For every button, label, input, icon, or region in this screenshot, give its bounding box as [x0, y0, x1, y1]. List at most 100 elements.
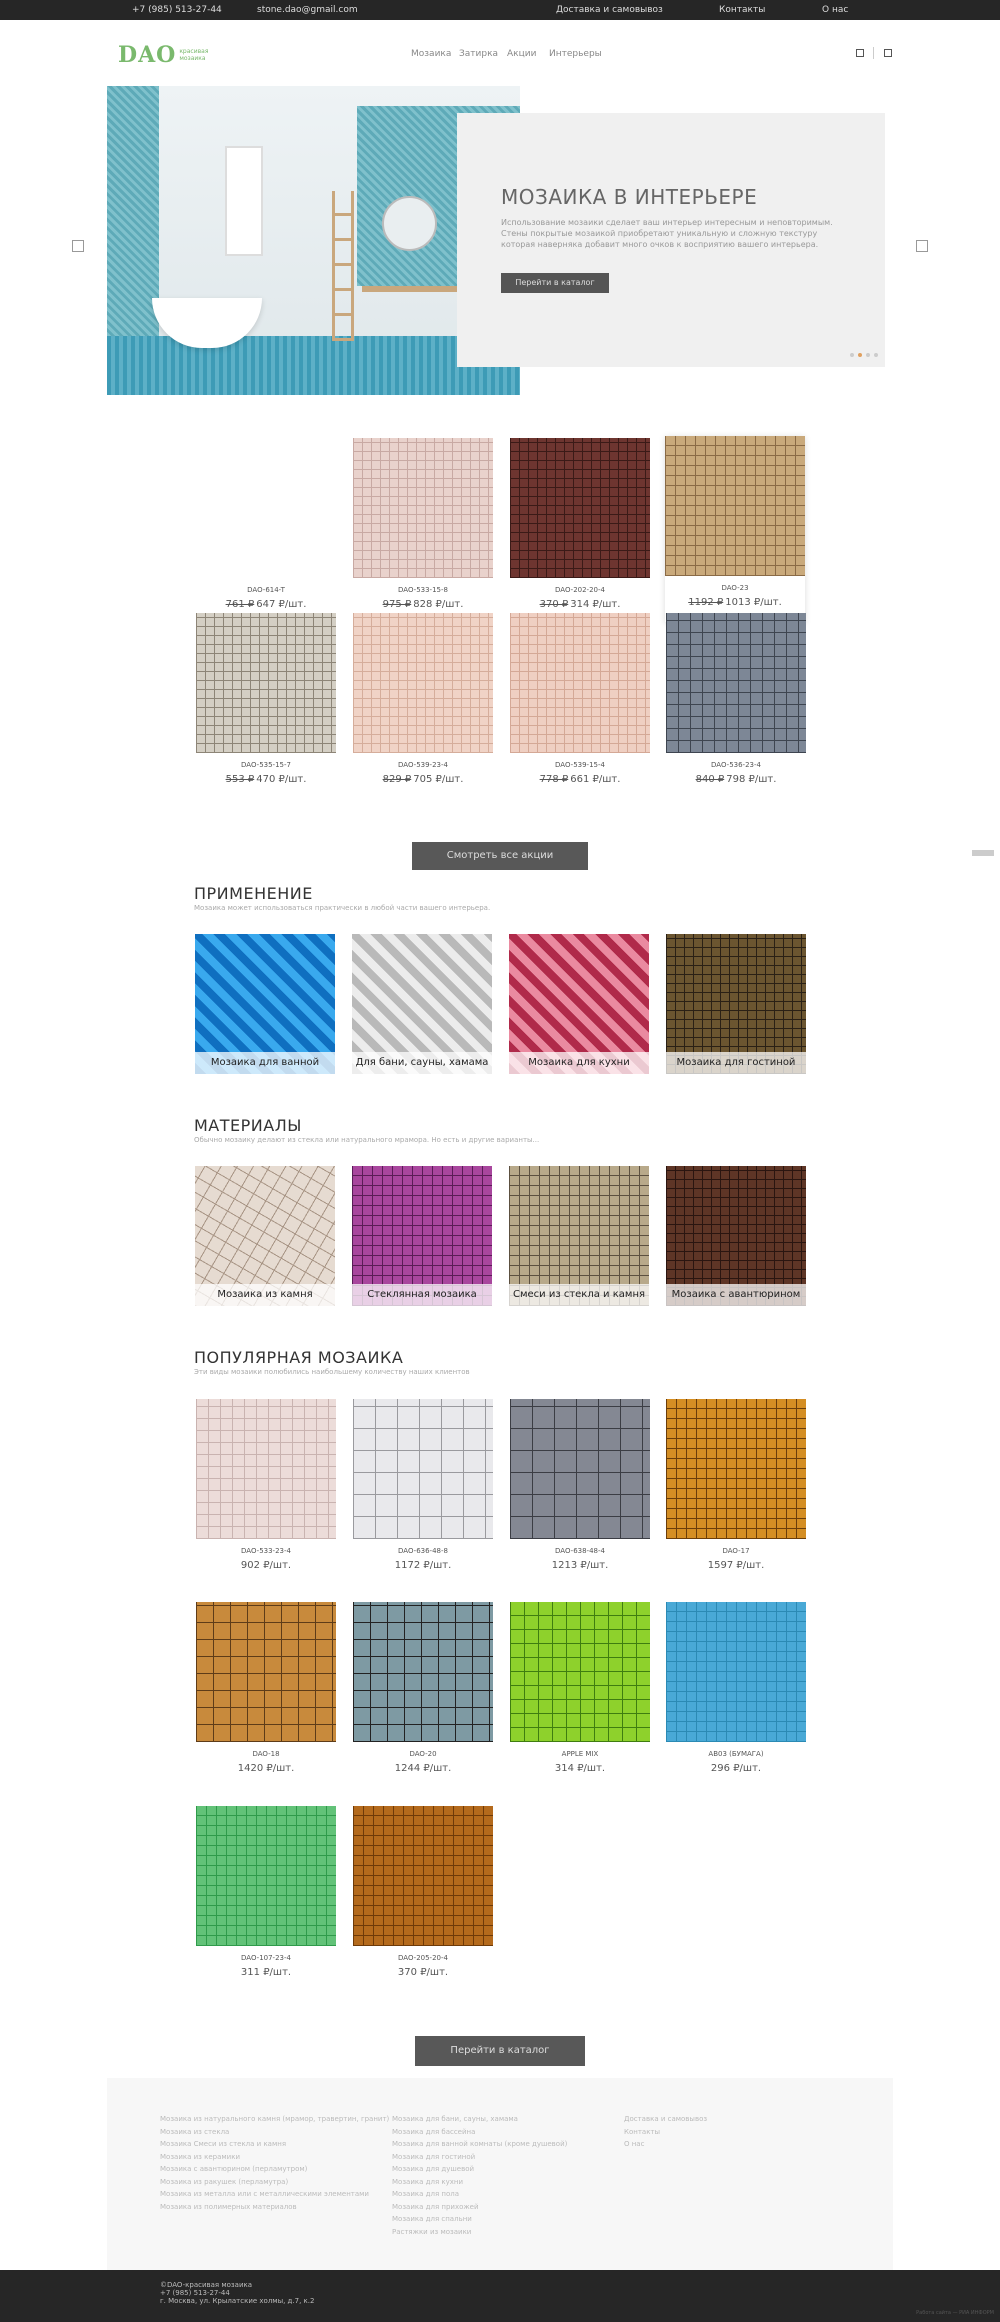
- product-card[interactable]: DAO-202-20-4 370 ₽314 ₽/шт.: [510, 438, 650, 610]
- material-label: Стеклянная мозаика: [352, 1284, 492, 1306]
- product-name: APPLE MIX: [561, 1750, 599, 1758]
- footer-link[interactable]: Доставка и самовывоз: [624, 2113, 707, 2126]
- go-to-catalog-button[interactable]: Перейти в каталог: [415, 2036, 585, 2066]
- slider-prev-arrow-icon[interactable]: [72, 240, 84, 252]
- category-living-room[interactable]: Мозаика для гостиной: [666, 934, 806, 1074]
- product-image: [665, 436, 805, 576]
- product-price: 553 ₽470 ₽/шт.: [196, 774, 336, 785]
- footer-link[interactable]: Мозаика из ракушек (перламутра): [160, 2176, 389, 2189]
- footer-link[interactable]: Мозаика для кухни: [392, 2176, 567, 2189]
- footer-link[interactable]: Мозаика для пола: [392, 2188, 567, 2201]
- footer-link[interactable]: Мозаика для гостиной: [392, 2151, 567, 2164]
- product-card[interactable]: DAO-107-23-4 311 ₽/шт.: [196, 1806, 336, 1978]
- phone-link[interactable]: +7 (985) 513-27-44: [132, 5, 222, 15]
- footer-link[interactable]: Мозаика для бассейна: [392, 2126, 567, 2139]
- product-price: 311 ₽/шт.: [240, 1967, 292, 1978]
- category-label: Мозаика для кухни: [509, 1052, 649, 1074]
- product-price: 1597 ₽/шт.: [707, 1560, 765, 1571]
- material-mix[interactable]: Смеси из стекла и камня: [509, 1166, 649, 1306]
- footer-link[interactable]: Мозаика из керамики: [160, 2151, 389, 2164]
- product-new-price: 314 ₽/шт.: [570, 599, 621, 610]
- slider-dot-active[interactable]: [858, 353, 862, 357]
- product-card[interactable]: DAO-17 1597 ₽/шт.: [666, 1399, 806, 1571]
- cart-icon[interactable]: [884, 49, 892, 57]
- nav-mosaic[interactable]: Мозаика: [411, 49, 451, 59]
- slider-dot[interactable]: [850, 353, 854, 357]
- footer-link[interactable]: Растяжки из мозаики: [392, 2226, 567, 2239]
- product-card[interactable]: DAO-536-23-4 840 ₽798 ₽/шт.: [666, 613, 806, 785]
- product-card[interactable]: APPLE MIX 314 ₽/шт.: [510, 1602, 650, 1774]
- product-card[interactable]: DAO-535-15-7 553 ₽470 ₽/шт.: [196, 613, 336, 785]
- product-new-price: 1013 ₽/шт.: [725, 597, 782, 608]
- material-glass[interactable]: Стеклянная мозаика: [352, 1166, 492, 1306]
- product-card[interactable]: AB03 (БУМАГА) 296 ₽/шт.: [666, 1602, 806, 1774]
- product-card[interactable]: DAO-636-48-8 1172 ₽/шт.: [353, 1399, 493, 1571]
- footer-phone[interactable]: +7 (985) 513-27-44: [160, 2289, 314, 2297]
- footer-link[interactable]: Мозаика для ванной комнаты (кроме душево…: [392, 2138, 567, 2151]
- nav-interiors[interactable]: Интерьеры: [549, 49, 602, 59]
- product-name: DAO-17: [722, 1547, 750, 1555]
- nav-grout[interactable]: Затирка: [459, 49, 498, 59]
- material-label: Смеси из стекла и камня: [509, 1284, 649, 1306]
- product-card[interactable]: DAO-539-15-4 778 ₽661 ₽/шт.: [510, 613, 650, 785]
- application-subtitle: Мозаика может использоваться практически…: [194, 904, 491, 912]
- category-bathroom[interactable]: Мозаика для ванной: [195, 934, 335, 1074]
- product-card[interactable]: DAO-533-23-4 902 ₽/шт.: [196, 1399, 336, 1571]
- product-old-price: 975 ₽: [382, 599, 412, 610]
- footer-link[interactable]: Мозаика для душевой: [392, 2163, 567, 2176]
- material-aventurine[interactable]: Мозаика с авантюрином: [666, 1166, 806, 1306]
- product-price: 370 ₽314 ₽/шт.: [510, 599, 650, 610]
- logo[interactable]: DAO красивая мозаика: [118, 42, 219, 68]
- footer: Мозаика из натурального камня (мрамор, т…: [107, 2078, 893, 2270]
- nav-sales[interactable]: Акции: [507, 49, 536, 59]
- slider-next-arrow-icon[interactable]: [916, 240, 928, 252]
- slider-dots: [850, 353, 878, 357]
- product-card[interactable]: DAO-205-20-4 370 ₽/шт.: [353, 1806, 493, 1978]
- email-link[interactable]: stone.dao@gmail.com: [257, 5, 358, 15]
- product-price: 829 ₽705 ₽/шт.: [353, 774, 493, 785]
- product-image: [666, 1399, 806, 1539]
- footer-link[interactable]: Мозаика из металла или с металлическими …: [160, 2188, 389, 2201]
- product-old-price: 1192 ₽: [688, 597, 724, 608]
- view-all-sales-button[interactable]: Смотреть все акции: [412, 842, 588, 870]
- slider-dot[interactable]: [874, 353, 878, 357]
- category-sauna[interactable]: Для бани, сауны, хамама: [352, 934, 492, 1074]
- product-image: [510, 1399, 650, 1539]
- product-new-price: 798 ₽/шт.: [726, 774, 777, 785]
- product-card[interactable]: DAO-539-23-4 829 ₽705 ₽/шт.: [353, 613, 493, 785]
- contacts-link[interactable]: Контакты: [719, 5, 765, 15]
- category-kitchen[interactable]: Мозаика для кухни: [509, 934, 649, 1074]
- product-price: 975 ₽828 ₽/шт.: [353, 599, 493, 610]
- footer-link[interactable]: Мозаика для спальни: [392, 2213, 567, 2226]
- product-card[interactable]: DAO-638-48-4 1213 ₽/шт.: [510, 1399, 650, 1571]
- footer-link[interactable]: Мозаика из стекла: [160, 2126, 389, 2139]
- material-stone[interactable]: Мозаика из камня: [195, 1166, 335, 1306]
- product-card[interactable]: DAO-18 1420 ₽/шт.: [196, 1602, 336, 1774]
- footer-link[interactable]: Мозаика из натурального камня (мрамор, т…: [160, 2113, 389, 2126]
- about-link[interactable]: О нас: [822, 5, 848, 15]
- footer-link[interactable]: Мозаика для бани, сауны, хамама: [392, 2113, 567, 2126]
- product-name: DAO-202-20-4: [555, 586, 605, 594]
- product-card[interactable]: DAO-23 1192 ₽1013 ₽/шт.: [665, 436, 805, 622]
- product-name: DAO-18: [252, 1750, 280, 1758]
- footer-link[interactable]: Контакты: [624, 2126, 707, 2139]
- delivery-link[interactable]: Доставка и самовывоз: [556, 5, 663, 15]
- product-card[interactable]: DAO-20 1244 ₽/шт.: [353, 1602, 493, 1774]
- search-icon[interactable]: [856, 49, 864, 57]
- product-image: [196, 1399, 336, 1539]
- developer-credit[interactable]: Работа сайта — РИА ИНФОРМ: [916, 2310, 994, 2316]
- slider-dot[interactable]: [866, 353, 870, 357]
- product-card[interactable]: DAO-614-T 761 ₽647 ₽/шт.: [196, 438, 336, 610]
- category-label: Мозаика для ванной: [195, 1052, 335, 1074]
- footer-col-materials: Мозаика из натурального камня (мрамор, т…: [160, 2113, 389, 2213]
- footer-link[interactable]: Мозаика с авантюрином (перламутром): [160, 2163, 389, 2176]
- category-label: Для бани, сауны, хамама: [352, 1052, 492, 1074]
- product-card[interactable]: DAO-533-15-8 975 ₽828 ₽/шт.: [353, 438, 493, 610]
- footer-link[interactable]: Мозаика Смеси из стекла и камня: [160, 2138, 389, 2151]
- hero-catalog-button[interactable]: Перейти в каталог: [501, 273, 609, 293]
- footer-link[interactable]: Мозаика из полимерных материалов: [160, 2201, 389, 2214]
- product-name: DAO-536-23-4: [711, 761, 761, 769]
- side-tab[interactable]: [972, 850, 994, 856]
- footer-link[interactable]: О нас: [624, 2138, 707, 2151]
- footer-link[interactable]: Мозаика для прихожей: [392, 2201, 567, 2214]
